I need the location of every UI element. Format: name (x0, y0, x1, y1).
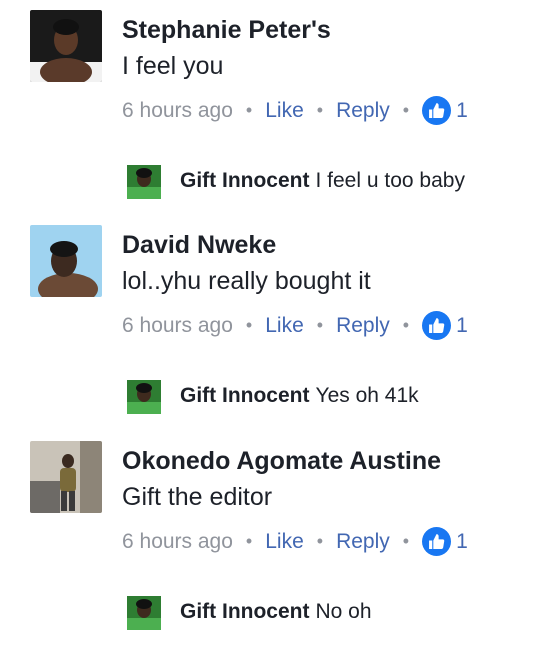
comment-text: I feel you (122, 52, 224, 80)
avatar[interactable] (127, 165, 161, 199)
reply-text: I feel u too baby (315, 169, 465, 192)
separator: • (316, 531, 324, 551)
comment-timestamp[interactable]: 6 hours ago (122, 530, 233, 554)
avatar[interactable] (127, 596, 161, 630)
reply-button[interactable]: Reply (336, 314, 390, 338)
like-button[interactable]: Like (265, 530, 304, 554)
like-button[interactable]: Like (265, 99, 304, 123)
comment-timestamp[interactable]: 6 hours ago (122, 314, 233, 338)
avatar[interactable] (30, 225, 102, 297)
like-button[interactable]: Like (265, 314, 304, 338)
reply-line: Gift Innocent No oh (180, 600, 372, 624)
thumbs-up-icon[interactable] (422, 311, 452, 340)
separator: • (402, 531, 410, 551)
reply-author[interactable]: Gift Innocent (180, 600, 310, 623)
avatar[interactable] (30, 10, 102, 82)
comment-meta: 6 hours ago • Like • Reply • 1 (122, 311, 468, 340)
separator: • (402, 100, 410, 120)
comment-author[interactable]: Okonedo Agomate Austine (122, 447, 441, 476)
separator: • (402, 315, 410, 335)
reply-line: Gift Innocent I feel u too baby (180, 169, 465, 193)
separator: • (245, 315, 253, 335)
reply-line: Gift Innocent Yes oh 41k (180, 384, 419, 408)
avatar[interactable] (30, 441, 102, 513)
comment-timestamp[interactable]: 6 hours ago (122, 99, 233, 123)
like-count[interactable]: 1 (456, 530, 468, 554)
comment-author[interactable]: David Nweke (122, 231, 276, 260)
reply-button[interactable]: Reply (336, 99, 390, 123)
comment-author[interactable]: Stephanie Peter's (122, 16, 331, 45)
reply-author[interactable]: Gift Innocent (180, 169, 310, 192)
separator: • (316, 315, 324, 335)
comment-meta: 6 hours ago • Like • Reply • 1 (122, 96, 468, 125)
like-count[interactable]: 1 (456, 314, 468, 338)
reply-text: Yes oh 41k (315, 384, 419, 407)
separator: • (316, 100, 324, 120)
separator: • (245, 531, 253, 551)
comment-text: lol..yhu really bought it (122, 267, 371, 295)
reply-button[interactable]: Reply (336, 530, 390, 554)
avatar[interactable] (127, 380, 161, 414)
comment-text: Gift the editor (122, 483, 273, 511)
separator: • (245, 100, 253, 120)
like-count[interactable]: 1 (456, 99, 468, 123)
reply-text: No oh (315, 600, 372, 623)
comment-meta: 6 hours ago • Like • Reply • 1 (122, 527, 468, 556)
thumbs-up-icon[interactable] (422, 96, 452, 125)
thumbs-up-icon[interactable] (422, 527, 452, 556)
reply-author[interactable]: Gift Innocent (180, 384, 310, 407)
